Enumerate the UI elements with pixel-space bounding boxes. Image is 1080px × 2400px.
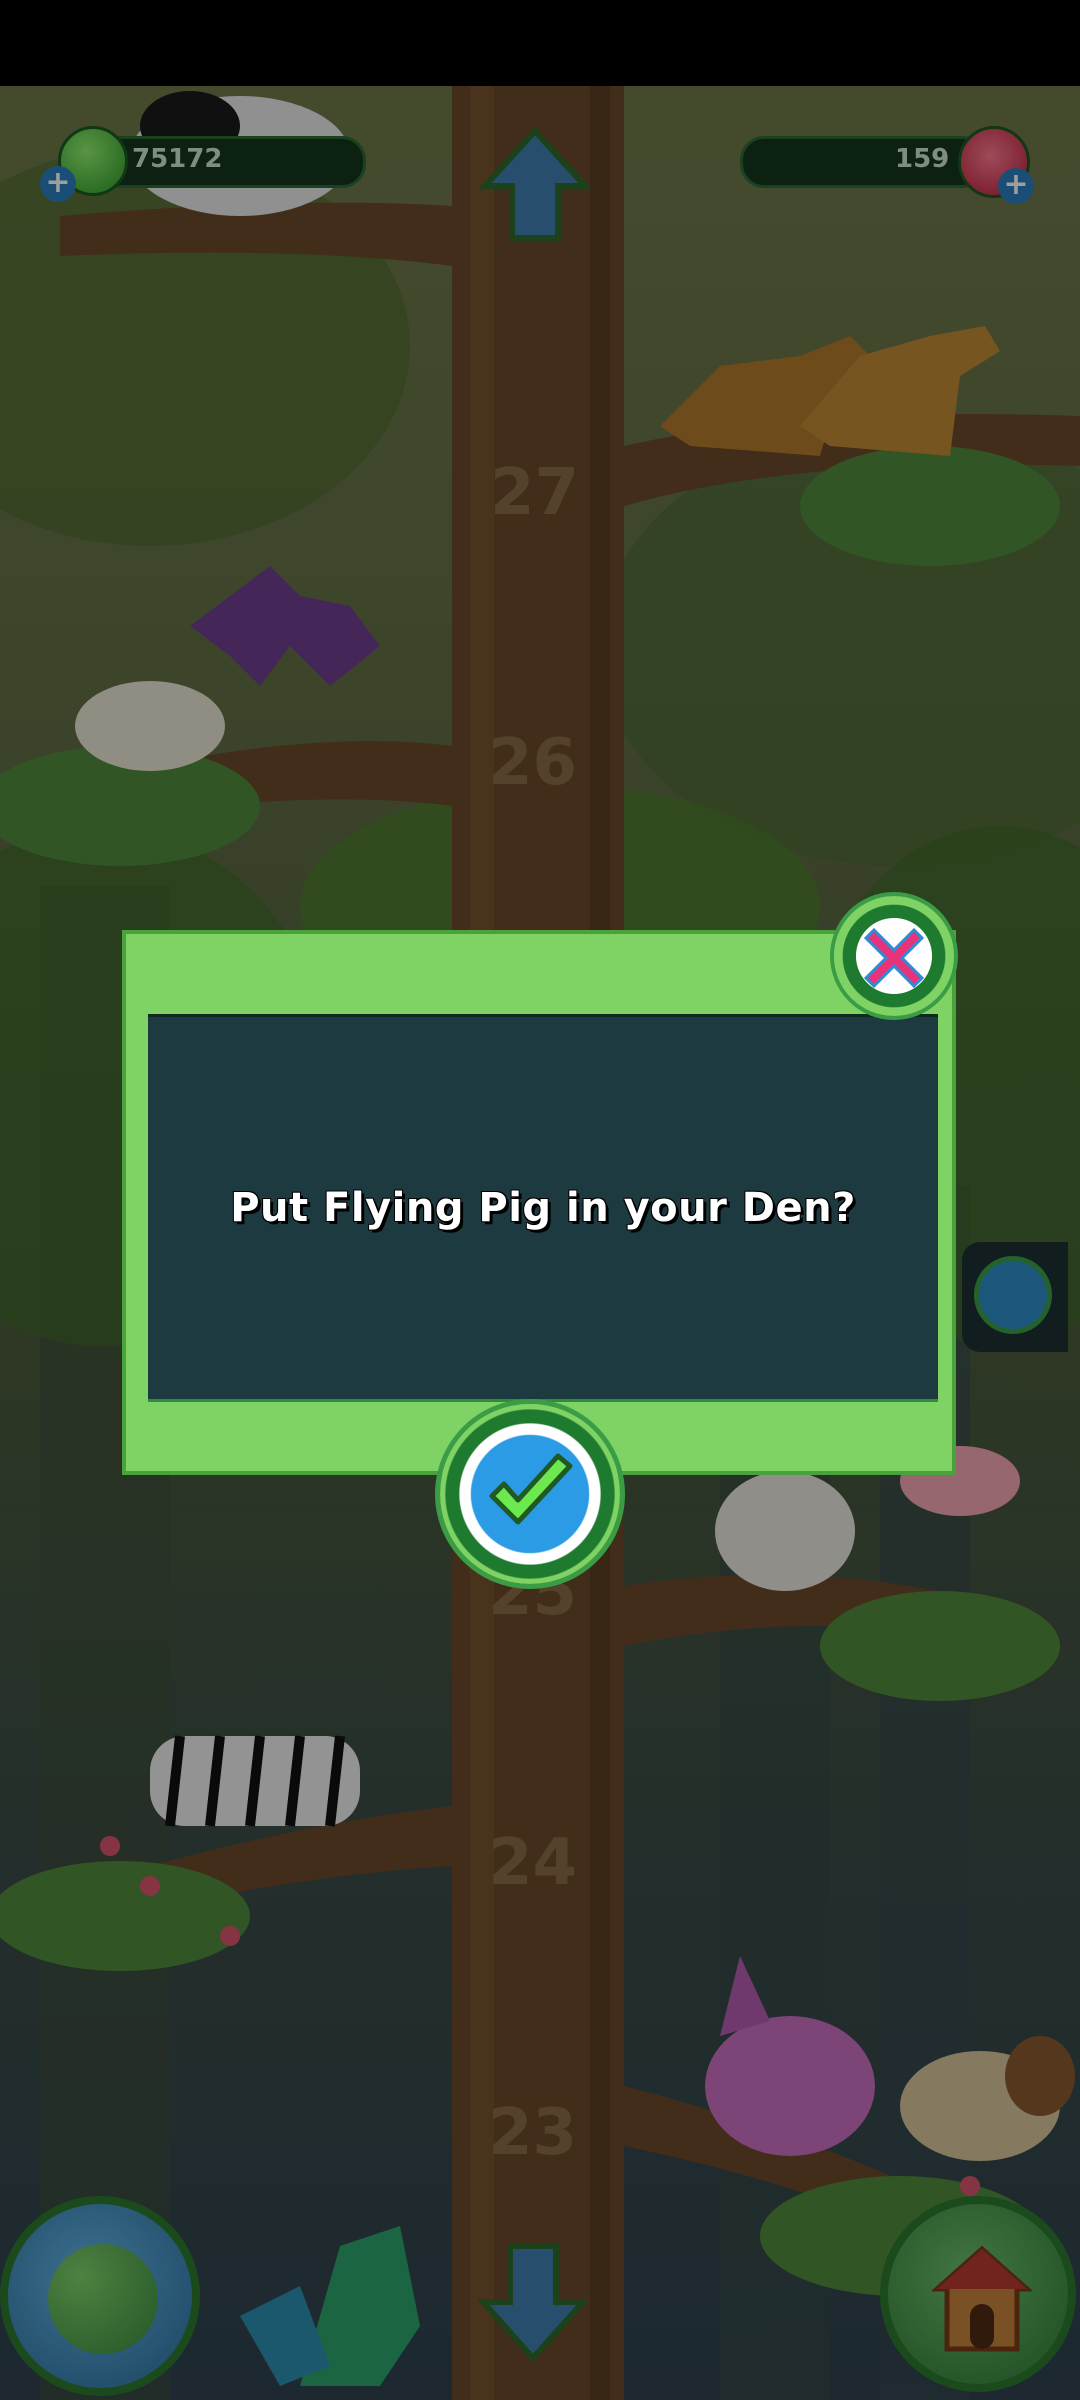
confirm-dialog: Put Flying Pig in your Den? [122, 930, 956, 1475]
dialog-message-panel: Put Flying Pig in your Den? [148, 1014, 938, 1402]
dialog-message: Put Flying Pig in your Den? [230, 1185, 856, 1231]
status-bar [0, 0, 1080, 86]
close-button[interactable] [834, 896, 954, 1016]
check-icon [489, 1453, 573, 1525]
confirm-button[interactable] [440, 1404, 620, 1584]
game-screen: 27 26 25 24 23 + 75172 + 159 Put Flying … [0, 0, 1080, 2400]
close-x-icon [856, 918, 932, 994]
